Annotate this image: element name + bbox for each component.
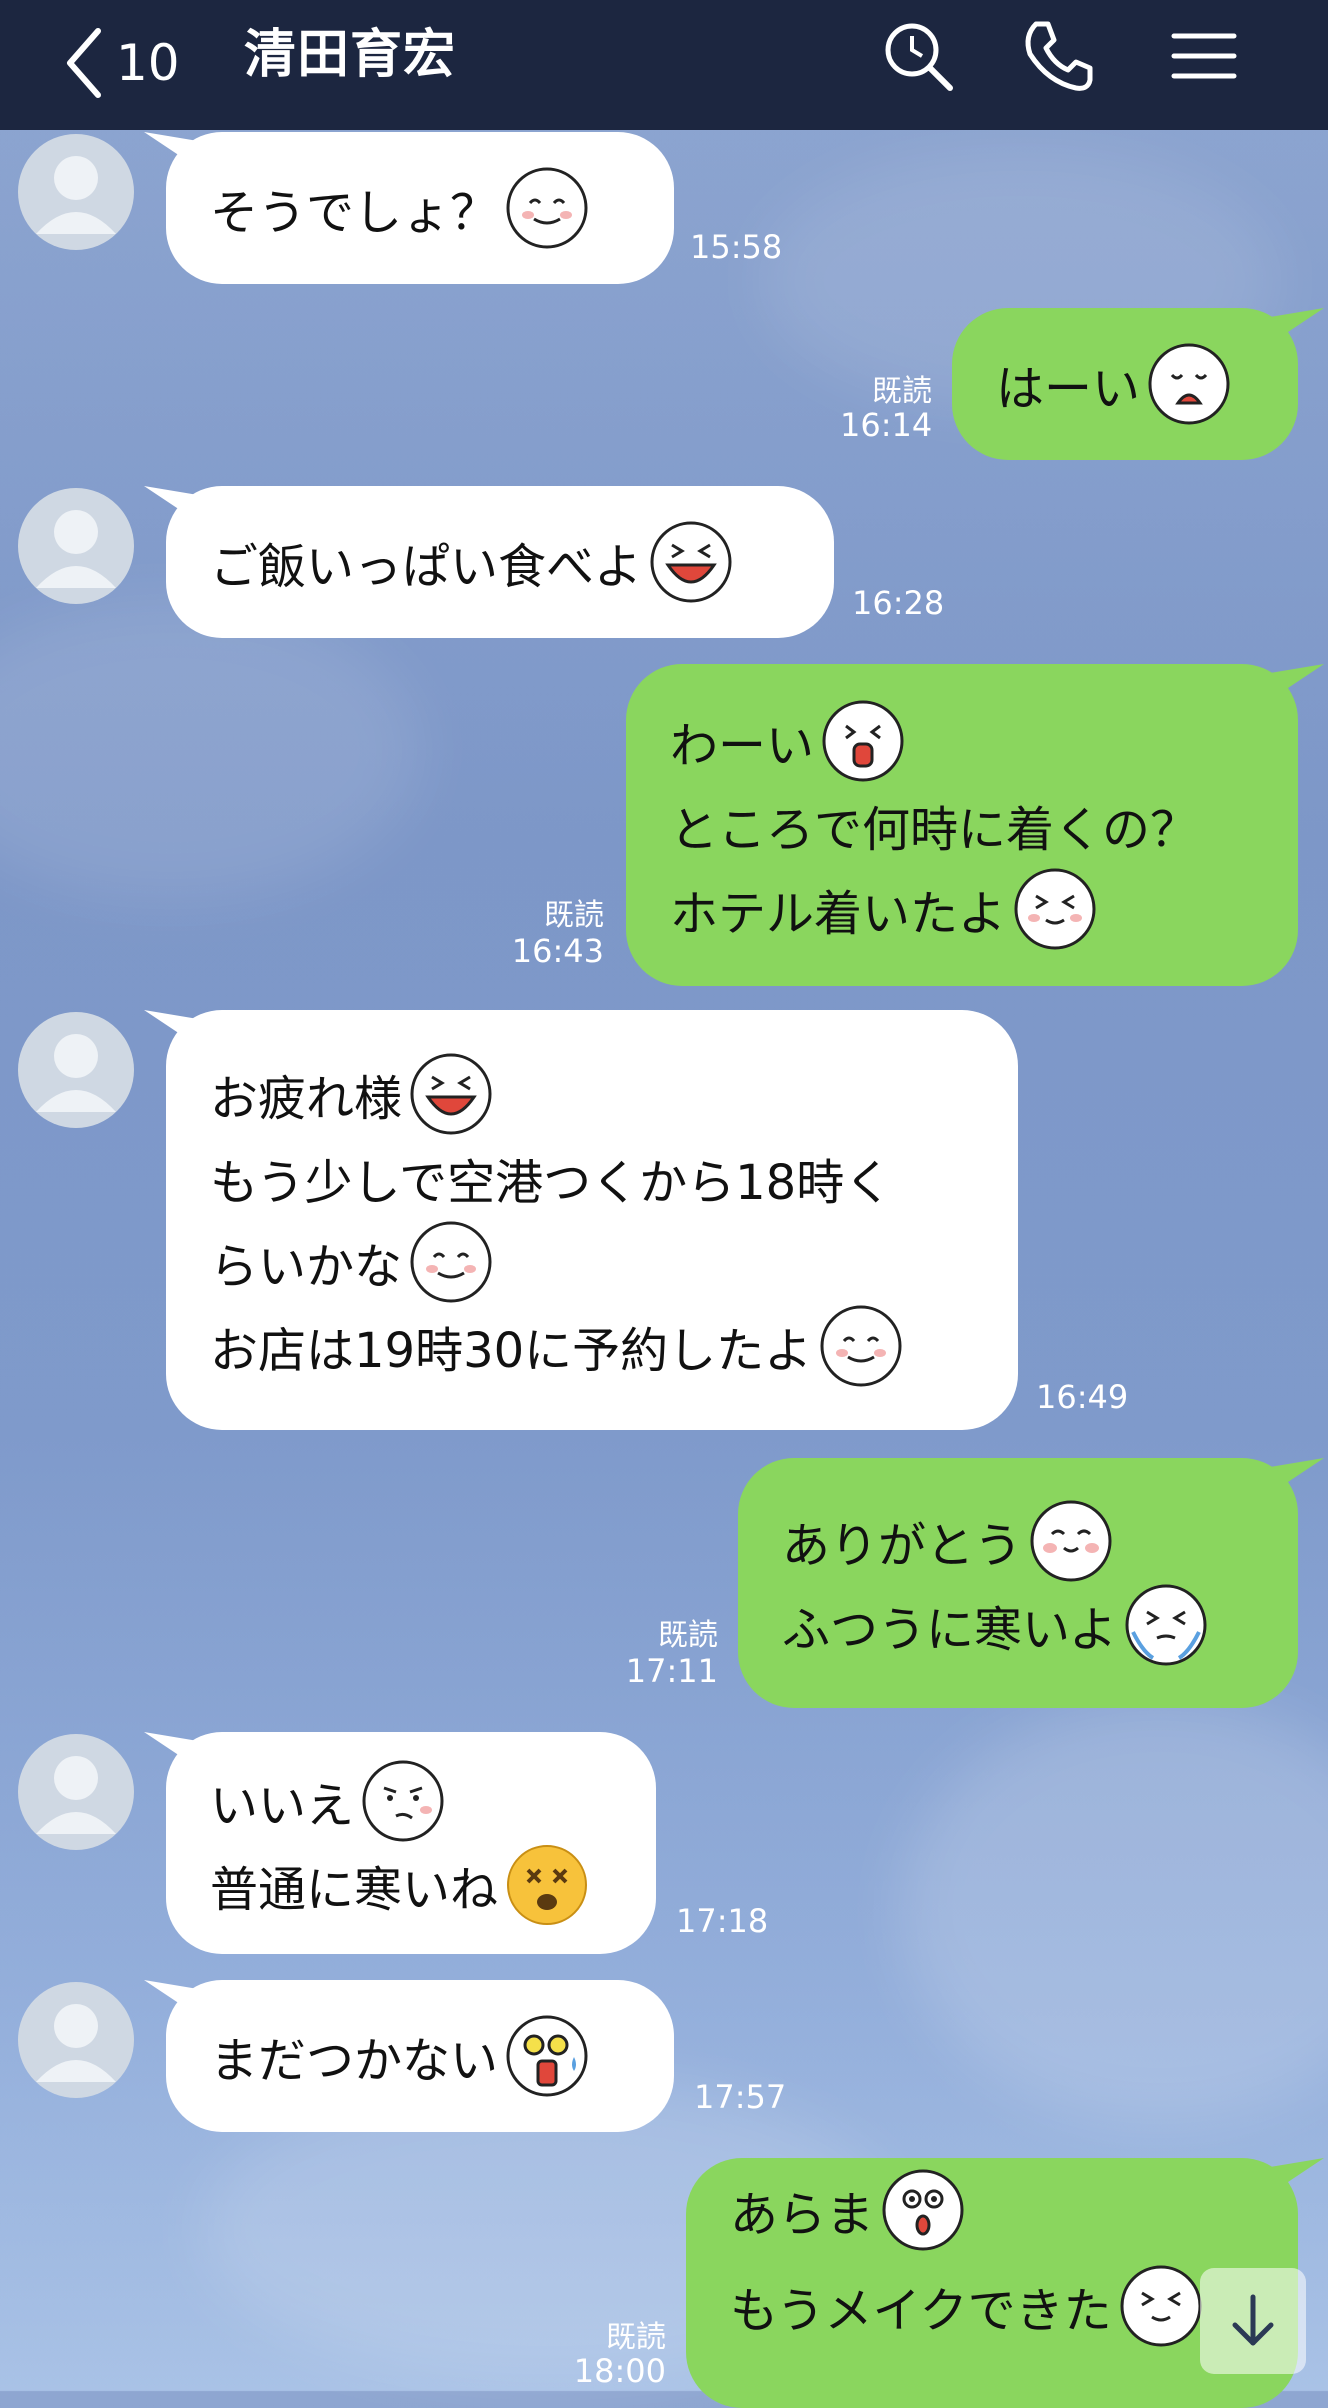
avatar-placeholder-icon [36,1756,116,1834]
avatar[interactable] [18,1734,134,1850]
message-time: 16:28 [852,584,945,622]
smirking-face-icon [362,1760,444,1842]
read-receipt: 既読 [606,2320,666,2355]
smiling-face-icon [820,1305,902,1387]
message-time: 17:57 [694,2078,787,2116]
message-text: ホテル着いたよ [670,886,1007,942]
chat-header: 10 清田育宏 [0,0,1328,130]
message-time: 18:00 [573,2352,666,2390]
message-time: 15:58 [690,228,783,266]
message-text: らいかな [210,1239,403,1295]
message-text: もう少しで空港つくから18時く [210,1155,893,1211]
read-receipt: 既読 [872,374,932,409]
message-bubble-incoming[interactable]: まだつかない [166,1980,674,2132]
phone-icon [1025,21,1093,91]
chat-title: 清田育宏 [244,25,457,85]
crying-face-icon [1148,343,1230,425]
menu-button[interactable] [1164,16,1244,96]
message-bubble-incoming[interactable]: いいえ 普通に寒いね [166,1732,656,1954]
smiling-face-icon [410,1221,492,1303]
message-time: 16:14 [840,406,933,444]
message-text: もうメイクできた [730,2283,1112,2339]
avatar-placeholder-icon [36,1034,116,1112]
search-button[interactable] [878,16,958,96]
message-text: はーい [996,361,1141,417]
shocked-face-icon [506,2015,588,2097]
message-text: まだつかない [210,2033,499,2089]
message-bubble-incoming[interactable]: お疲れ様 もう少しで空港つくから18時く らいかな お店は19時30に予約したよ [166,1010,1018,1430]
message-text: お疲れ様 [210,1071,403,1127]
avatar[interactable] [18,1982,134,2098]
call-button[interactable] [1018,16,1098,96]
message-bubble-incoming[interactable]: ご飯いっぱい食べよ [166,486,834,638]
happy-face-icon [1030,1500,1112,1582]
avatar-placeholder-icon [36,2004,116,2082]
message-time: 16:49 [1036,1378,1129,1416]
message-text: あらま [730,2187,875,2243]
message-text: ふつうに寒いよ [782,1602,1118,1658]
menu-icon [1171,33,1237,79]
message-text: ところで何時に着くの？ [670,802,1199,858]
search-icon [885,23,953,91]
avatar[interactable] [18,488,134,604]
message-bubble-incoming[interactable]: そうでしょ？ [166,132,674,284]
message-text: いいえ [210,1778,355,1834]
message-time: 17:11 [625,1652,718,1690]
read-receipt: 既読 [544,898,604,933]
dizzy-face-emoji-icon [507,1845,588,1925]
avatar-placeholder-icon [36,510,116,588]
squinting-face-icon [1014,868,1096,950]
message-time: 16:43 [511,932,604,970]
back-button[interactable]: 10 [64,8,180,118]
unread-count: 10 [116,34,180,92]
laughing-face-icon [410,1053,492,1135]
message-text: 普通に寒いね [210,1862,499,1918]
message-text: わーい [670,718,815,774]
laughing-face-icon [650,521,732,603]
message-time: 17:18 [676,1902,769,1940]
chevron-left-icon [67,28,101,98]
excited-face-icon [822,700,904,782]
message-text: お店は19時30に予約したよ [210,1323,813,1379]
arrow-down-icon [1232,2294,1274,2346]
message-bubble-outgoing[interactable]: はーい [952,308,1298,460]
squinting-face-icon [1120,2265,1202,2347]
message-text: ありがとう [782,1518,1023,1574]
avatar[interactable] [18,1012,134,1128]
message-text: そうでしょ？ [210,185,499,241]
scroll-to-bottom-button[interactable] [1200,2268,1306,2374]
smiling-face-icon [506,167,588,249]
message-bubble-outgoing[interactable]: ありがとう ふつうに寒いよ [738,1458,1298,1708]
cold-face-icon [1125,1584,1207,1666]
read-receipt: 既読 [658,1618,718,1653]
message-bubble-outgoing[interactable]: わーい ところで何時に着くの？ ホテル着いたよ [626,664,1298,986]
surprised-face-icon [882,2169,964,2251]
message-text: ご飯いっぱい食べよ [210,539,643,595]
avatar[interactable] [18,134,134,250]
avatar-placeholder-icon [36,156,116,234]
